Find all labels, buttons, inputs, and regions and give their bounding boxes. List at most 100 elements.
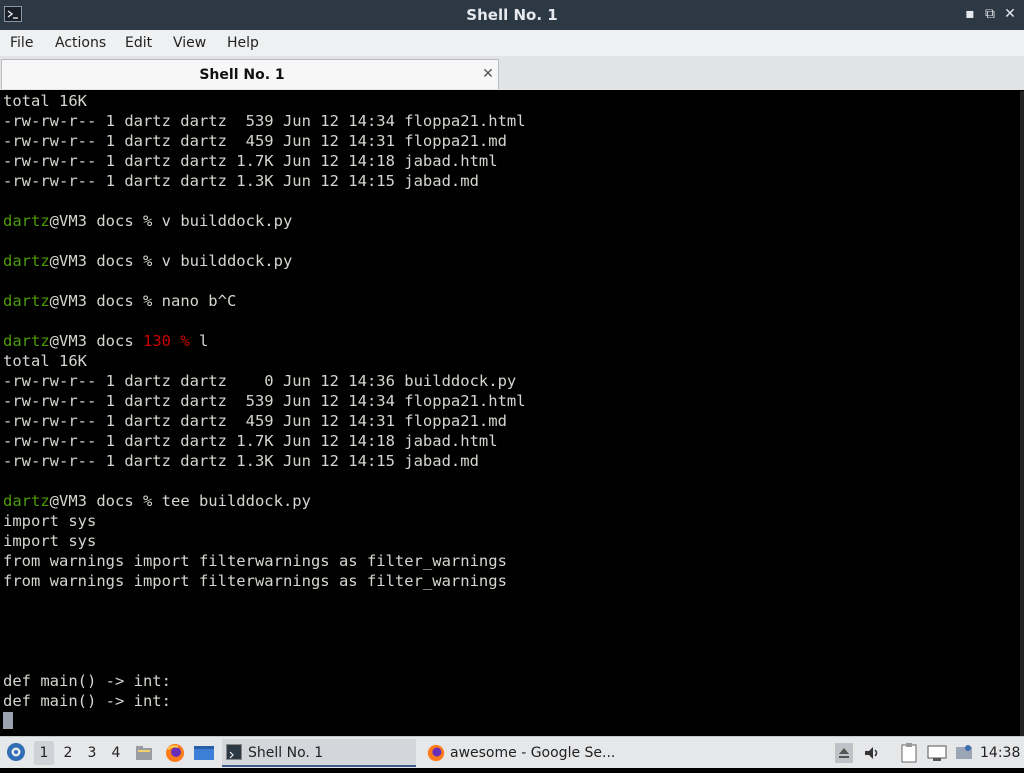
prompt-user: dartz <box>3 492 50 510</box>
terminal-line: dartz@VM3 docs % v builddock.py <box>3 211 1024 231</box>
terminal-line: def main() -> int: <box>3 671 1024 691</box>
terminal-line <box>3 711 1024 731</box>
terminal-text: l <box>189 332 209 350</box>
terminal-cursor <box>3 712 13 729</box>
tab-bar: Shell No. 1 ✕ <box>0 56 1024 90</box>
task-label: awesome - Google Se... <box>450 745 616 761</box>
terminal-text: -rw-rw-r-- 1 dartz dartz 539 Jun 12 14:3… <box>3 392 526 410</box>
workspace-2[interactable]: 2 <box>58 741 78 765</box>
terminal-line: import sys <box>3 531 1024 551</box>
terminal-text: -rw-rw-r-- 1 dartz dartz 1.7K Jun 12 14:… <box>3 152 498 170</box>
tab-close-icon[interactable]: ✕ <box>478 63 498 85</box>
clock: 14:38 <box>980 745 1021 761</box>
tab-label: Shell No. 1 <box>199 67 285 83</box>
terminal-text: def main() -> int: <box>3 692 171 710</box>
terminal-line: -rw-rw-r-- 1 dartz dartz 539 Jun 12 14:3… <box>3 391 1024 411</box>
terminal-text: -rw-rw-r-- 1 dartz dartz 1.3K Jun 12 14:… <box>3 172 479 190</box>
prompt-user: dartz <box>3 212 50 230</box>
terminal-line: -rw-rw-r-- 1 dartz dartz 459 Jun 12 14:3… <box>3 131 1024 151</box>
terminal-line: -rw-rw-r-- 1 dartz dartz 1.7K Jun 12 14:… <box>3 431 1024 451</box>
taskbar: 1 2 3 4 Shell No. 1 awesome - Google Se.… <box>0 736 1024 768</box>
terminal-text: -rw-rw-r-- 1 dartz dartz 459 Jun 12 14:3… <box>3 132 507 150</box>
menu-actions[interactable]: Actions <box>55 30 106 56</box>
terminal-text: @VM3 docs % v builddock.py <box>49 252 293 270</box>
terminal-line: -rw-rw-r-- 1 dartz dartz 1.3K Jun 12 14:… <box>3 451 1024 471</box>
terminal-text: -rw-rw-r-- 1 dartz dartz 1.7K Jun 12 14:… <box>3 432 498 450</box>
task-firefox[interactable]: awesome - Google Se... <box>424 739 624 767</box>
terminal-line: import sys <box>3 511 1024 531</box>
terminal-text: -rw-rw-r-- 1 dartz dartz 0 Jun 12 14:36 … <box>3 372 517 390</box>
firefox-icon[interactable] <box>164 742 186 764</box>
terminal-line: -rw-rw-r-- 1 dartz dartz 0 Jun 12 14:36 … <box>3 371 1024 391</box>
terminal-text: total 16K <box>3 92 87 110</box>
terminal-line: -rw-rw-r-- 1 dartz dartz 459 Jun 12 14:3… <box>3 411 1024 431</box>
workspace-3[interactable]: 3 <box>82 741 102 765</box>
workspace-1[interactable]: 1 <box>34 741 54 765</box>
terminal-line: from warnings import filterwarnings as f… <box>3 571 1024 591</box>
terminal-line: dartz@VM3 docs % nano b^C <box>3 291 1024 311</box>
terminal-text: -rw-rw-r-- 1 dartz dartz 1.3K Jun 12 14:… <box>3 452 479 470</box>
terminal-text: import sys <box>3 512 97 530</box>
terminal-text: from warnings import filterwarnings as f… <box>3 572 507 590</box>
terminal-text: @VM3 docs % tee builddock.py <box>49 492 311 510</box>
terminal-text: def main() -> int: <box>3 672 171 690</box>
terminal-text: @VM3 docs % nano b^C <box>49 292 237 310</box>
terminal-output: total 16K -rw-rw-r-- 1 dartz dartz 539 Ju… <box>0 91 1024 731</box>
terminal-line: dartz@VM3 docs % tee builddock.py <box>3 491 1024 511</box>
terminal-line: total 16K <box>3 351 1024 371</box>
firefox-icon <box>426 743 446 763</box>
prompt-user: dartz <box>3 332 50 350</box>
terminal-text: -rw-rw-r-- 1 dartz dartz 459 Jun 12 14:3… <box>3 412 507 430</box>
terminal-icon <box>226 744 242 760</box>
terminal-scrollbar[interactable] <box>1020 91 1024 736</box>
desktop-icon[interactable] <box>193 744 215 762</box>
menu-help[interactable]: Help <box>227 30 259 56</box>
restore-button[interactable]: ⧉ <box>980 4 1000 24</box>
terminal-line: total 16K <box>3 91 1024 111</box>
window-titlebar[interactable]: Shell No. 1 ▪ ⧉ ✕ <box>0 0 1024 30</box>
task-shell[interactable]: Shell No. 1 <box>222 739 416 767</box>
menu-file[interactable]: File <box>10 30 33 56</box>
menu-view[interactable]: View <box>173 30 206 56</box>
terminal-line: -rw-rw-r-- 1 dartz dartz 1.3K Jun 12 14:… <box>3 171 1024 191</box>
menu-bar: File Actions Edit View Help <box>0 30 1024 57</box>
close-button[interactable]: ✕ <box>1000 4 1020 24</box>
minimize-button[interactable]: ▪ <box>960 4 980 24</box>
terminal-text: -rw-rw-r-- 1 dartz dartz 539 Jun 12 14:3… <box>3 112 526 130</box>
terminal-line: -rw-rw-r-- 1 dartz dartz 1.7K Jun 12 14:… <box>3 151 1024 171</box>
terminal-line: -rw-rw-r-- 1 dartz dartz 539 Jun 12 14:3… <box>3 111 1024 131</box>
terminal-line: from warnings import filterwarnings as f… <box>3 551 1024 571</box>
volume-icon[interactable] <box>862 743 882 763</box>
exit-status: 130 % <box>143 332 190 350</box>
network-icon[interactable] <box>927 744 947 762</box>
clipboard-icon[interactable] <box>900 742 918 764</box>
terminal-text: from warnings import filterwarnings as f… <box>3 552 507 570</box>
eject-icon[interactable] <box>835 743 853 763</box>
terminal-line: def main() -> int: <box>3 691 1024 711</box>
workspace-4[interactable]: 4 <box>106 741 126 765</box>
prompt-user: dartz <box>3 252 50 270</box>
terminal-text: import sys <box>3 532 97 550</box>
terminal-line: dartz@VM3 docs % v builddock.py <box>3 251 1024 271</box>
terminal-text: @VM3 docs <box>49 332 143 350</box>
tab-shell-1[interactable]: Shell No. 1 ✕ <box>1 59 499 89</box>
terminal-text: @VM3 docs % v builddock.py <box>49 212 293 230</box>
file-manager-icon[interactable] <box>134 743 154 763</box>
notification-icon[interactable] <box>955 743 973 761</box>
terminal-text: total 16K <box>3 352 87 370</box>
window-title: Shell No. 1 <box>466 6 558 24</box>
task-label: Shell No. 1 <box>248 745 324 761</box>
start-menu-icon[interactable] <box>5 741 27 763</box>
terminal-view[interactable]: total 16K -rw-rw-r-- 1 dartz dartz 539 Ju… <box>0 91 1024 736</box>
prompt-user: dartz <box>3 292 50 310</box>
menu-edit[interactable]: Edit <box>125 30 152 56</box>
